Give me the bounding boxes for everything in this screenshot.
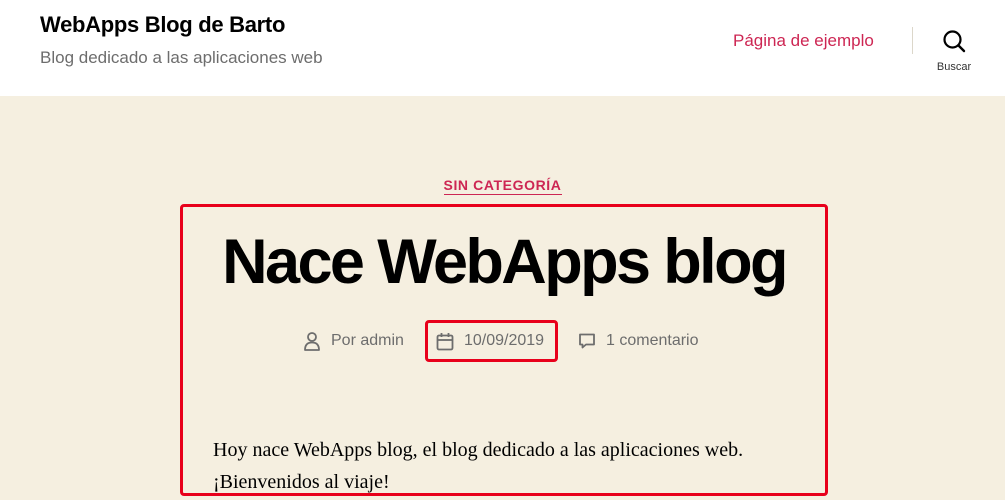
site-header: WebApps Blog de Barto Blog dedicado a la… bbox=[0, 0, 1005, 96]
post-comments: 1 comentario bbox=[578, 330, 699, 352]
site-description: Blog dedicado a las aplicaciones web bbox=[40, 48, 323, 67]
comments-link[interactable]: 1 comentario bbox=[606, 332, 699, 350]
search-icon bbox=[943, 30, 966, 53]
post-category: SIN CATEGORÍA bbox=[0, 177, 1005, 195]
post-title[interactable]: Nace WebApps blog bbox=[183, 222, 825, 302]
comment-icon bbox=[579, 333, 595, 349]
post-author: Por admin bbox=[303, 330, 404, 352]
search-label: Buscar bbox=[936, 61, 972, 73]
post-content: Hoy nace WebApps blog, el blog dedicado … bbox=[213, 434, 813, 498]
nav-divider bbox=[912, 27, 913, 54]
content-line-1: Hoy nace WebApps blog, el blog dedicado … bbox=[213, 439, 744, 461]
author-link[interactable]: Por admin bbox=[331, 332, 404, 350]
highlight-box-date bbox=[425, 320, 558, 362]
nav-link-sample-page[interactable]: Página de ejemplo bbox=[733, 31, 874, 51]
site-title[interactable]: WebApps Blog de Barto bbox=[40, 12, 285, 38]
user-icon bbox=[304, 332, 320, 351]
post-paragraph: Hoy nace WebApps blog, el blog dedicado … bbox=[213, 434, 813, 498]
content-line-2: ¡Bienvenidos al viaje! bbox=[213, 471, 390, 493]
search-button[interactable]: Buscar bbox=[926, 26, 982, 78]
category-link[interactable]: SIN CATEGORÍA bbox=[443, 177, 562, 195]
